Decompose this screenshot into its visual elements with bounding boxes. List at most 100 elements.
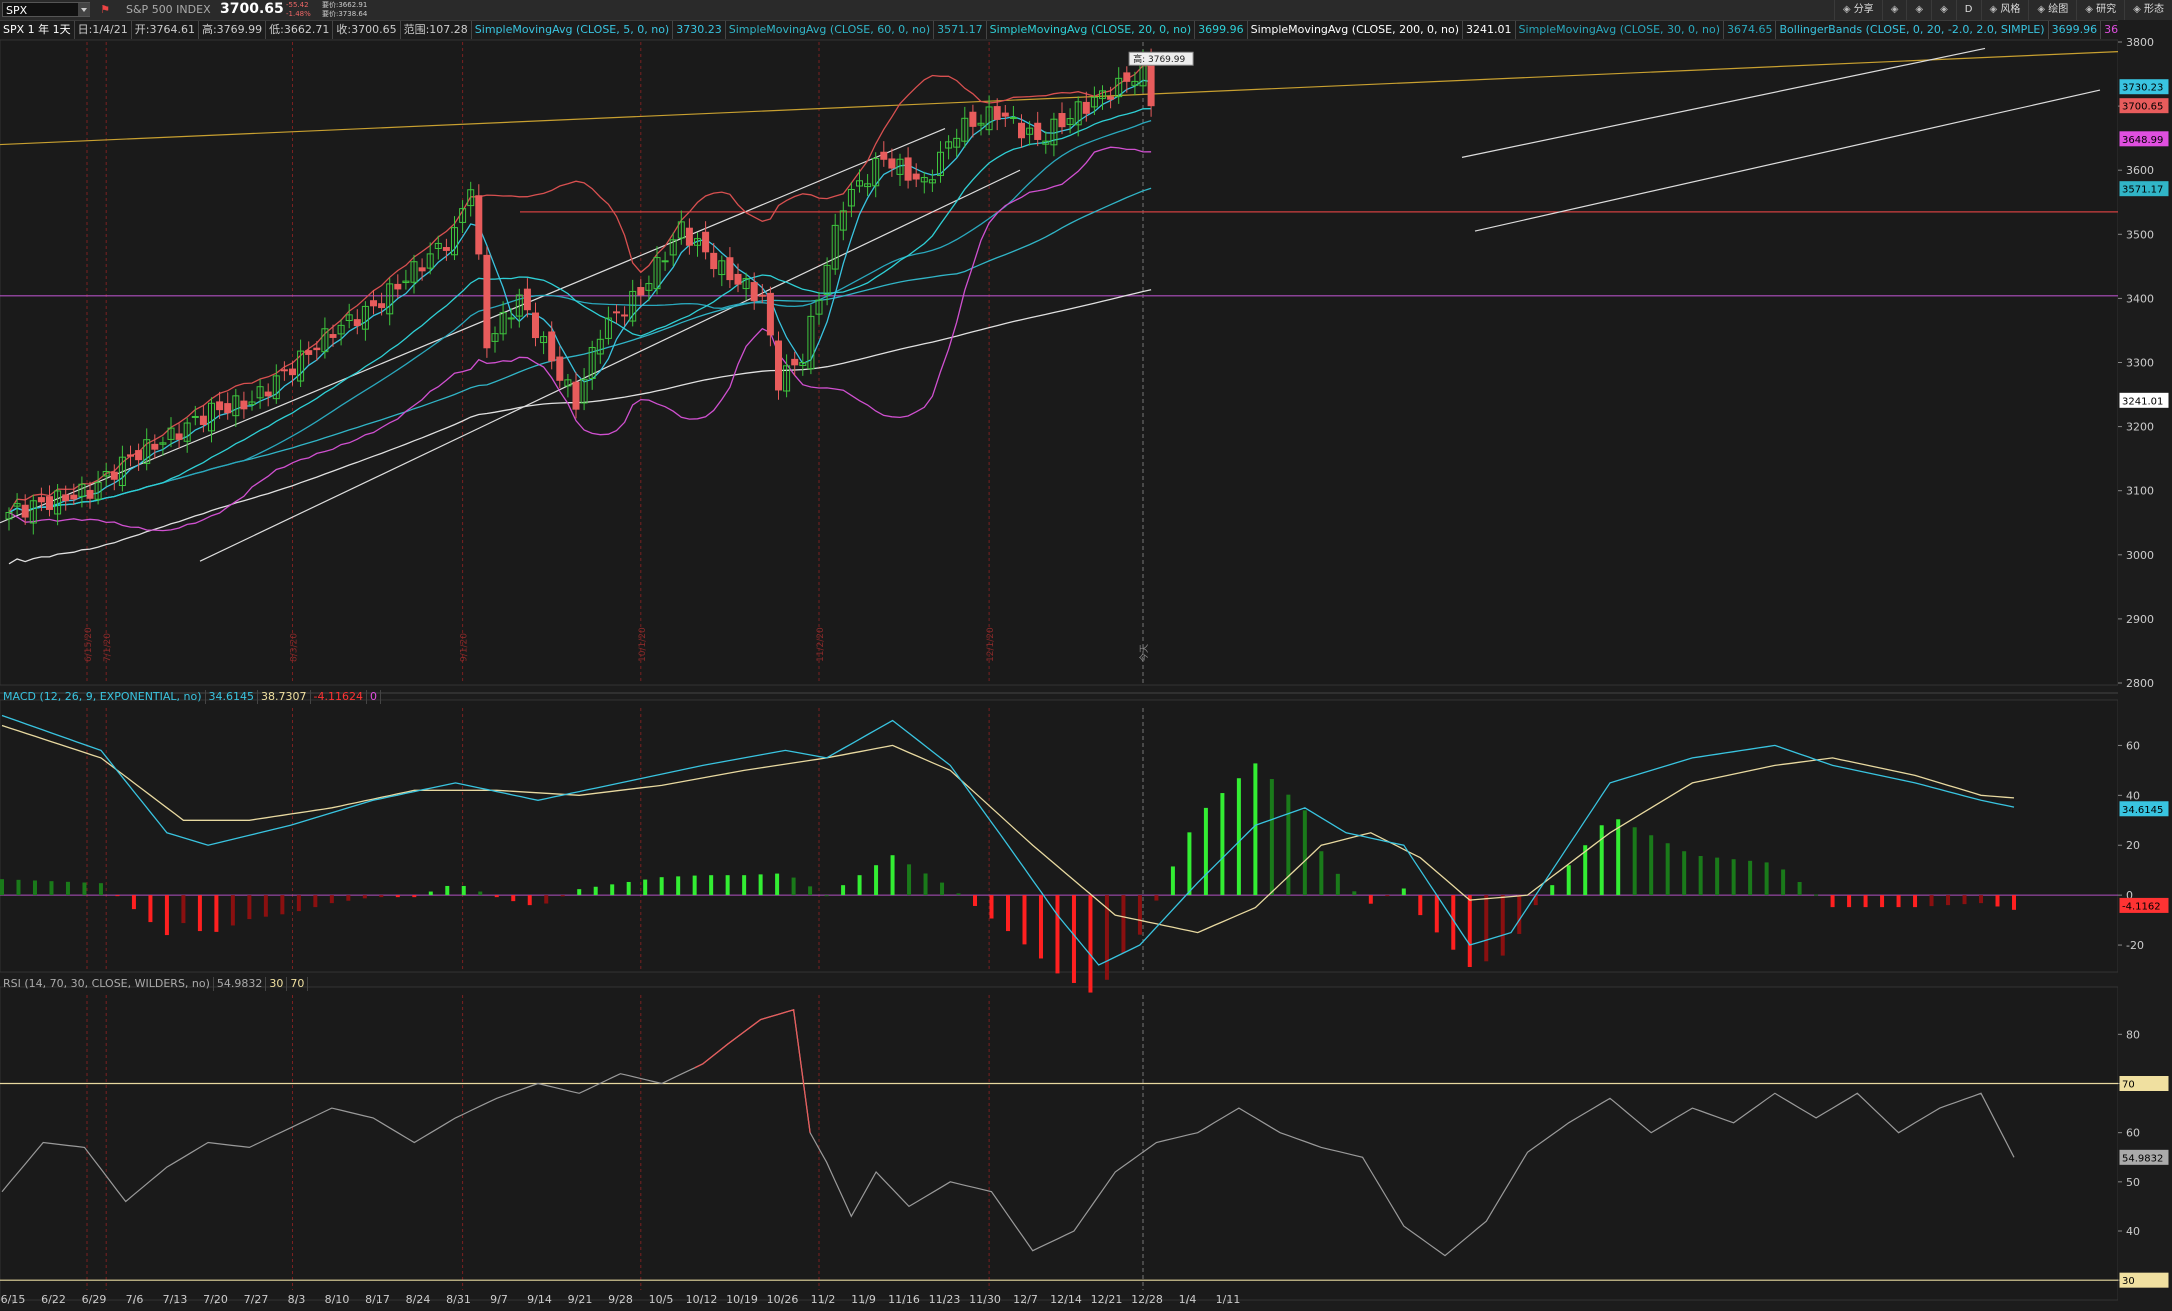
rsi-tick-label: 60 (2126, 1127, 2140, 1140)
macd-histogram-bar (808, 886, 813, 896)
macd-legend-item: MACD (12, 26, 9, EXPONENTIAL, no) (0, 690, 206, 704)
x-tick-label: 8/10 (325, 1293, 350, 1306)
macd-histogram-bar (544, 895, 549, 904)
candle-down (216, 401, 224, 411)
macd-histogram-bar (131, 895, 136, 910)
macd-histogram-bar (1055, 895, 1060, 974)
macd-histogram-bar (1269, 779, 1274, 896)
rsi-tick-label: 80 (2126, 1028, 2140, 1041)
x-tick-label: 8/24 (406, 1293, 431, 1306)
macd-histogram-bar (412, 895, 417, 898)
candle-down (70, 494, 78, 500)
macd-histogram-bar (791, 877, 796, 896)
macd-histogram-bar (346, 895, 351, 901)
price-tick-label: 3400 (2126, 292, 2154, 305)
candle-down (394, 283, 402, 290)
macd-histogram-bar (973, 895, 978, 906)
macd-histogram-bar (1863, 895, 1868, 908)
month-marker-label: 11/2/20 (816, 627, 826, 662)
macd-histogram-bar (1814, 894, 1819, 896)
price-tick-label: 2900 (2126, 613, 2154, 626)
macd-histogram-bar (1170, 866, 1175, 896)
macd-histogram-bar (527, 895, 532, 906)
macd-histogram-bar (494, 895, 499, 898)
macd-histogram-bar (1187, 832, 1192, 896)
x-tick-label: 7/13 (163, 1293, 188, 1306)
macd-histogram-bar (1995, 895, 2000, 907)
macd-histogram-bar (626, 881, 631, 896)
x-tick-label: 12/21 (1091, 1293, 1123, 1306)
macd-histogram-bar (32, 880, 37, 896)
x-tick-label: 12/14 (1050, 1293, 1082, 1306)
macd-histogram-bar (478, 891, 483, 896)
macd-histogram-bar (1071, 895, 1076, 983)
macd-histogram-bar (1253, 763, 1258, 896)
macd-histogram-bar (907, 864, 912, 896)
macd-histogram-bar (1022, 895, 1027, 945)
x-tick-label: 8/31 (446, 1293, 471, 1306)
candle-down (1082, 101, 1090, 114)
price-tick-label: 2800 (2126, 677, 2154, 690)
macd-histogram-bar (1088, 895, 1093, 993)
macd-histogram-bar (1665, 843, 1670, 896)
macd-histogram-bar (1649, 835, 1654, 896)
candle-down (264, 391, 272, 397)
candle-down (110, 471, 118, 480)
candle-down (613, 311, 620, 314)
macd-legend-item: -4.11624 (311, 690, 367, 704)
x-tick-label: 12/28 (1131, 1293, 1163, 1306)
candle-down (993, 106, 1001, 120)
macd-histogram-bar (1121, 895, 1126, 954)
pane-frame (0, 39, 2119, 686)
macd-histogram-bar (181, 895, 186, 924)
macd-histogram-bar (1517, 895, 1522, 934)
candle-down (1001, 112, 1009, 117)
rsi-legend-item: 54.9832 (214, 977, 267, 991)
candle-down (758, 294, 766, 297)
candle-down (224, 403, 232, 414)
macd-histogram-bar (296, 895, 301, 912)
macd-histogram-bar (1715, 857, 1720, 896)
price-tick-label: 3200 (2126, 421, 2154, 434)
price-tick-label: 3600 (2126, 164, 2154, 177)
macd-badge: 34.6145 (2122, 805, 2163, 816)
macd-histogram-bar (16, 879, 21, 896)
x-tick-label: 1/11 (1216, 1293, 1241, 1306)
x-tick-label: 7/20 (203, 1293, 228, 1306)
macd-histogram-bar (0, 879, 4, 896)
price-chart[interactable]: 6/15 6/22 6/29 7/6 7/13 7/20 7/27 8/3 8/10 8/17 8/… (0, 0, 2172, 1311)
macd-histogram-bar (1781, 869, 1786, 896)
candle-down (969, 111, 977, 127)
macd-tick-label: 20 (2126, 839, 2140, 852)
macd-histogram-bar (49, 881, 54, 896)
month-marker-label: 12/1/20 (986, 627, 996, 662)
macd-histogram-bar (511, 895, 516, 902)
candle-down (637, 287, 645, 296)
macd-histogram-bar (313, 895, 318, 908)
macd-legend-item: 38.7307 (258, 690, 311, 704)
macd-histogram-bar (758, 874, 763, 896)
macd-histogram-bar (197, 895, 202, 932)
price-badge: 3730.23 (2122, 83, 2163, 94)
price-badge: 3648.99 (2122, 135, 2163, 146)
macd-histogram-bar (1467, 895, 1472, 968)
x-tick-label: 10/19 (726, 1293, 758, 1306)
candle-down (523, 288, 531, 311)
candle-down (329, 334, 337, 338)
candle-down (378, 303, 386, 309)
macd-histogram-bar (1154, 895, 1159, 901)
macd-histogram-bar (824, 895, 829, 897)
macd-histogram-bar (148, 895, 153, 923)
x-tick-label: 7/27 (244, 1293, 269, 1306)
candle-down (702, 231, 710, 253)
macd-histogram-bar (1616, 819, 1621, 896)
macd-legend-item: 0 (367, 690, 381, 704)
macd-histogram-bar (1220, 793, 1225, 896)
candle-down (548, 331, 556, 362)
candle-down (151, 443, 159, 450)
macd-histogram-bar (115, 895, 120, 897)
candle-down (791, 358, 799, 366)
x-tick-label: 11/9 (851, 1293, 876, 1306)
candle-down (442, 247, 450, 251)
rsi-badge: 70 (2122, 1080, 2135, 1091)
